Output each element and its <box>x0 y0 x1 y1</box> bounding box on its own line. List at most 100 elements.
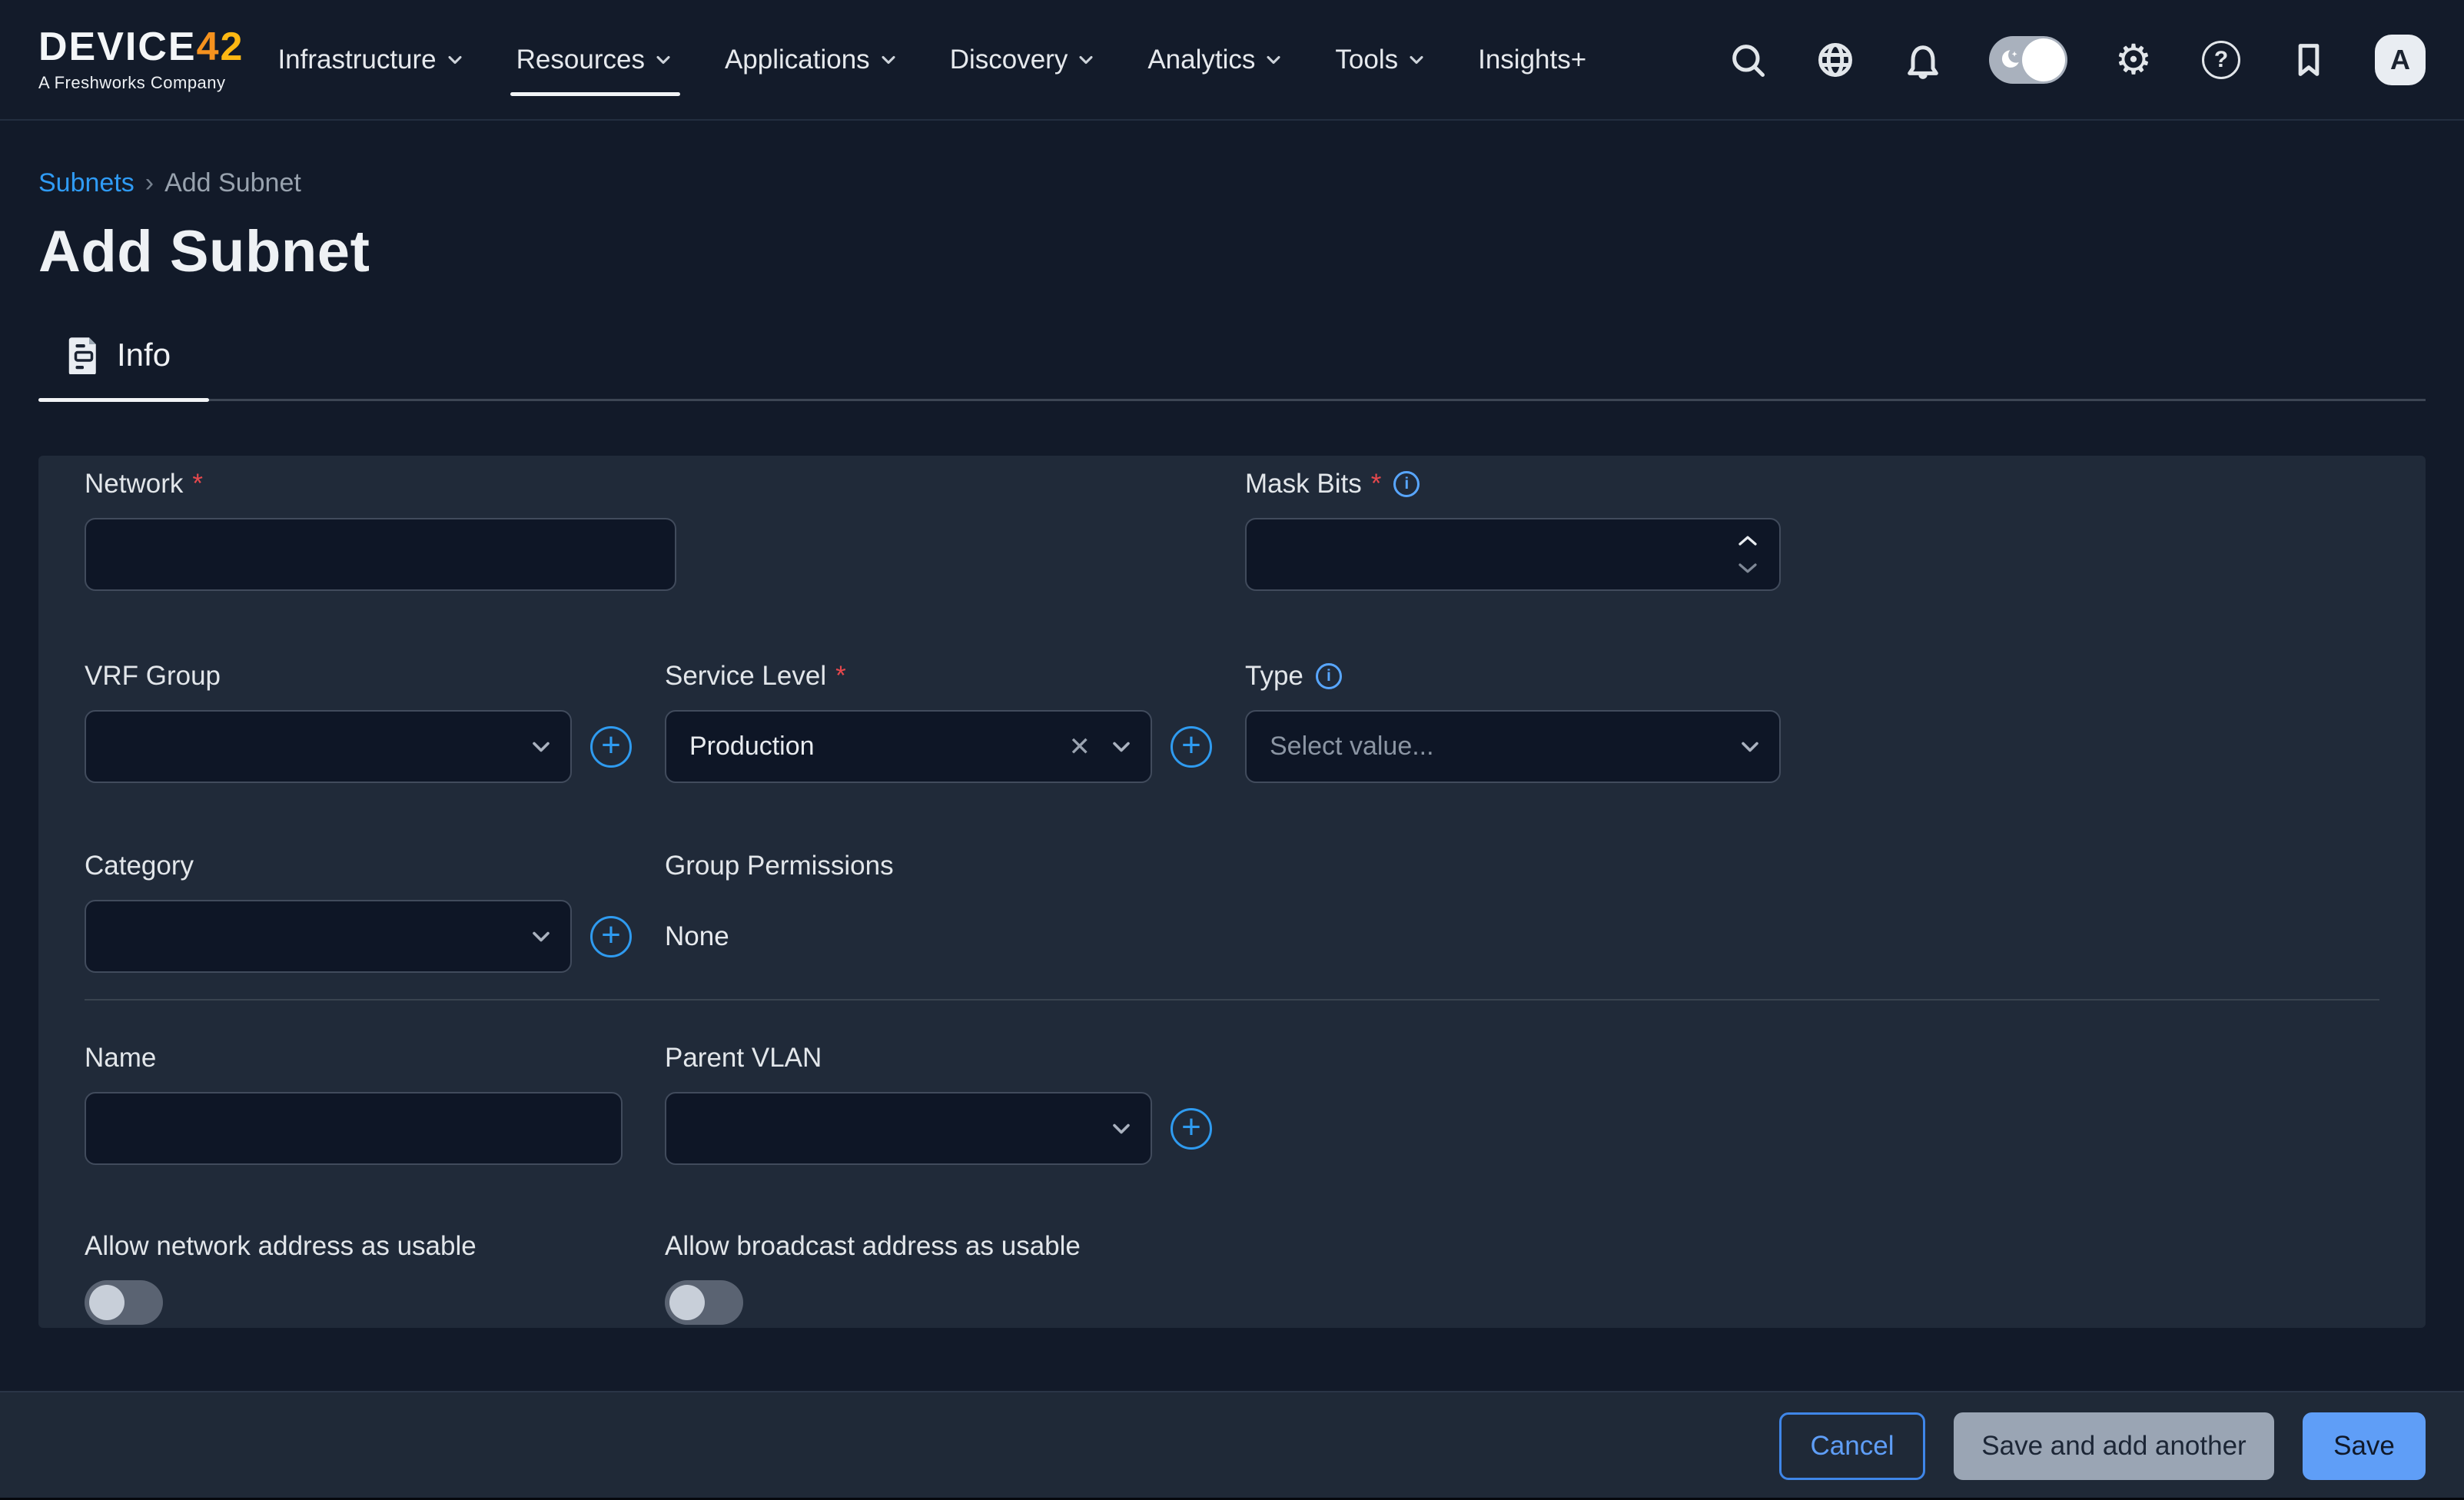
nav-item-resources[interactable]: Resources <box>516 0 674 119</box>
network-input[interactable] <box>85 518 676 591</box>
chevron-down-icon <box>1107 733 1135 761</box>
info-icon[interactable]: i <box>1393 471 1420 497</box>
save-and-add-another-button[interactable]: Save and add another <box>1954 1412 2274 1480</box>
add-service-level-button[interactable]: + <box>1171 726 1212 768</box>
nav-item-infrastructure[interactable]: Infrastructure <box>277 0 465 119</box>
nav-item-analytics[interactable]: Analytics <box>1147 0 1284 119</box>
page: DEVICE42 A Freshworks Company Infrastruc… <box>0 0 2464 1500</box>
nav-item-insights-plus[interactable]: Insights+ <box>1478 0 1586 119</box>
breadcrumb-current: Add Subnet <box>164 168 301 198</box>
group-permissions-label: Group Permissions <box>665 849 894 883</box>
nav-item-discovery[interactable]: Discovery <box>950 0 1098 119</box>
gear-glyph: ⚙ <box>2115 39 2152 81</box>
globe-icon[interactable] <box>1814 38 1857 81</box>
chevron-down-icon <box>878 49 899 71</box>
add-parent-vlan-button[interactable]: + <box>1171 1108 1212 1150</box>
category-select[interactable] <box>85 900 572 973</box>
allow-broadcast-toggle[interactable] <box>665 1280 743 1325</box>
logo-tagline: A Freshworks Company <box>38 73 226 93</box>
nav-label: Infrastructure <box>277 45 436 75</box>
group-permissions-value: None <box>665 900 894 973</box>
allow-broadcast-label: Allow broadcast address as usable <box>665 1230 1081 1263</box>
breadcrumb-subnets-link[interactable]: Subnets <box>38 168 134 198</box>
label-text: Allow broadcast address as usable <box>665 1231 1081 1262</box>
toggle-knob <box>669 1285 705 1320</box>
help-icon[interactable]: ? <box>2200 38 2243 81</box>
field-name: Name <box>85 1041 623 1165</box>
notifications-bell-icon[interactable] <box>1901 38 1944 81</box>
allow-network-toggle[interactable] <box>85 1280 163 1325</box>
category-label: Category <box>85 849 632 883</box>
chevron-down-icon <box>1263 49 1284 71</box>
section-divider <box>85 999 2379 1001</box>
nav-item-tools[interactable]: Tools <box>1335 0 1427 119</box>
chevron-down-icon <box>444 49 466 71</box>
clear-selection-icon[interactable]: ✕ <box>1069 732 1091 762</box>
top-navbar: DEVICE42 A Freshworks Company Infrastruc… <box>0 0 2464 121</box>
nav-item-applications[interactable]: Applications <box>725 0 899 119</box>
save-button[interactable]: Save <box>2303 1412 2426 1480</box>
main-nav: Infrastructure Resources Applications Di… <box>277 0 1586 119</box>
type-label: Type i <box>1245 659 1781 693</box>
nav-label: Analytics <box>1147 45 1255 75</box>
type-select[interactable]: Select value... <box>1245 710 1781 783</box>
field-service-level: Service Level * Production ✕ + <box>665 659 1212 783</box>
field-type: Type i Select value... <box>1245 659 1781 783</box>
nav-label: Resources <box>516 45 645 75</box>
mask-bits-input[interactable] <box>1245 518 1781 591</box>
logo-4: 4 <box>197 25 221 69</box>
logo-2: 2 <box>221 25 244 69</box>
tab-info[interactable]: Info <box>38 336 172 374</box>
plus-glyph: + <box>1181 728 1201 762</box>
select-value: Production <box>689 732 815 762</box>
dark-mode-toggle[interactable] <box>1989 36 2067 84</box>
chevron-down-icon <box>527 923 555 951</box>
plus-glyph: + <box>1181 1110 1201 1144</box>
required-marker: * <box>192 469 203 499</box>
allow-network-label: Allow network address as usable <box>85 1230 477 1263</box>
info-icon[interactable]: i <box>1316 663 1342 689</box>
settings-gear-icon[interactable]: ⚙ <box>2112 38 2155 81</box>
label-text: Type <box>1245 661 1303 692</box>
field-vrf-group: VRF Group + <box>85 659 632 783</box>
breadcrumb-separator: › <box>145 168 154 198</box>
label-text: Category <box>85 851 194 881</box>
stepper-up-icon[interactable] <box>1736 533 1759 547</box>
logo-e: E <box>168 25 197 69</box>
field-group-permissions: Group Permissions None <box>665 849 894 973</box>
user-avatar[interactable]: A <box>2375 35 2426 85</box>
info-glyph: i <box>1404 475 1409 493</box>
toggle-knob <box>89 1285 125 1320</box>
mask-bits-label: Mask Bits * i <box>1245 467 1781 501</box>
label-text: VRF Group <box>85 661 221 692</box>
bookmark-icon[interactable] <box>2287 38 2330 81</box>
chevron-down-icon <box>1406 49 1427 71</box>
label-text: Parent VLAN <box>665 1043 822 1074</box>
nav-label: Tools <box>1335 45 1398 75</box>
vrf-group-select[interactable] <box>85 710 572 783</box>
number-steppers <box>1736 518 1759 591</box>
chevron-down-icon <box>653 49 674 71</box>
service-level-select[interactable]: Production ✕ <box>665 710 1152 783</box>
add-category-button[interactable]: + <box>590 916 632 957</box>
logo-text: DEVICE42 <box>38 27 244 67</box>
chevron-down-icon <box>1107 1115 1135 1143</box>
stepper-down-icon[interactable] <box>1736 562 1759 576</box>
name-input[interactable] <box>85 1092 623 1165</box>
chevron-down-icon <box>1736 733 1764 761</box>
label-text: Allow network address as usable <box>85 1231 477 1262</box>
tabbar: Info <box>38 336 2426 402</box>
vrf-group-label: VRF Group <box>85 659 632 693</box>
info-glyph: i <box>1327 667 1331 685</box>
cancel-button[interactable]: Cancel <box>1779 1412 1925 1480</box>
moon-icon <box>1996 47 2022 73</box>
network-label: Network * <box>85 467 676 501</box>
search-icon[interactable] <box>1726 38 1769 81</box>
add-vrf-group-button[interactable]: + <box>590 726 632 768</box>
label-text: Network <box>85 469 183 499</box>
device42-logo[interactable]: DEVICE42 A Freshworks Company <box>38 27 244 93</box>
chevron-down-icon <box>1075 49 1097 71</box>
question-glyph: ? <box>2214 47 2228 73</box>
parent-vlan-select[interactable] <box>665 1092 1152 1165</box>
field-network: Network * <box>85 467 676 591</box>
